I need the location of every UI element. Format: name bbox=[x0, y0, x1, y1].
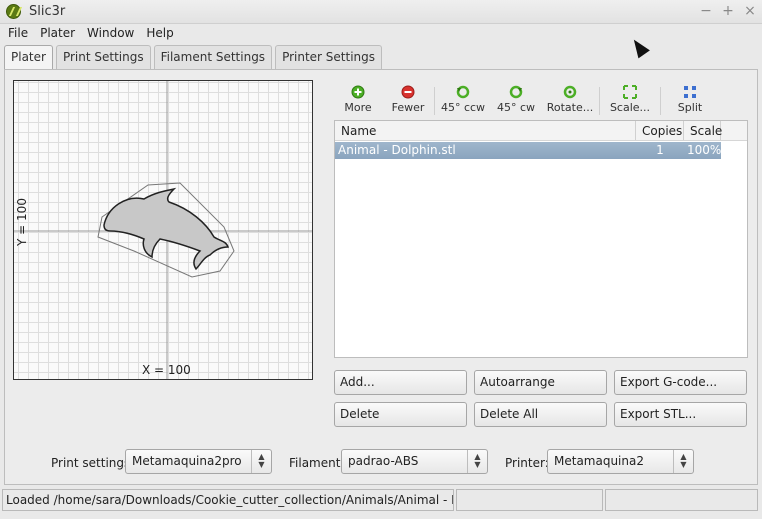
rotate-ccw-icon bbox=[456, 85, 470, 99]
scale-icon bbox=[623, 85, 637, 99]
object-name: Animal - Dolphin.stl bbox=[338, 143, 456, 157]
print-settings-value: Metamaquina2pro bbox=[132, 454, 242, 468]
object-toolbar: More Fewer 45° ccw 45° cw Rotate... Scal… bbox=[334, 81, 748, 117]
slic3r-logo-icon bbox=[6, 4, 21, 19]
plate-drawing bbox=[14, 81, 312, 379]
rotate-ccw-button[interactable]: 45° ccw bbox=[435, 81, 491, 117]
scale-button[interactable]: Scale... bbox=[600, 81, 660, 117]
status-bar: Loaded /home/sara/Downloads/Cookie_cutte… bbox=[0, 489, 762, 514]
rotate-ccw-label: 45° ccw bbox=[440, 101, 486, 114]
preset-selectors: Print settings: Metamaquina2pro ▲ ▼ Filam… bbox=[0, 449, 762, 475]
tab-plater[interactable]: Plater bbox=[4, 45, 53, 70]
filament-select[interactable]: padrao-ABS ▲ ▼ bbox=[341, 449, 488, 474]
delete-all-button[interactable]: Delete All bbox=[474, 402, 607, 427]
split-button[interactable]: Split bbox=[661, 81, 719, 117]
object-copies: 1 bbox=[656, 143, 664, 157]
more-button[interactable]: More bbox=[334, 81, 382, 117]
print-settings-label: Print settings: bbox=[51, 456, 135, 470]
tab-bar: Plater Print Settings Filament Settings … bbox=[4, 45, 383, 70]
menu-bar: File Plater Window Help bbox=[0, 24, 762, 44]
close-icon[interactable]: × bbox=[744, 3, 756, 19]
window-title: Slic3r bbox=[29, 4, 66, 19]
spin-arrows-icon: ▲ ▼ bbox=[467, 450, 487, 473]
maximize-icon[interactable]: + bbox=[722, 3, 734, 19]
printer-value: Metamaquina2 bbox=[554, 454, 644, 468]
minimize-icon[interactable]: − bbox=[700, 3, 712, 19]
minus-icon bbox=[401, 85, 415, 99]
rotate-cw-label: 45° cw bbox=[496, 101, 536, 114]
split-label: Split bbox=[677, 101, 703, 114]
export-stl-button[interactable]: Export STL... bbox=[614, 402, 747, 427]
printer-select[interactable]: Metamaquina2 ▲ ▼ bbox=[547, 449, 694, 474]
x-axis-label: X = 100 bbox=[142, 363, 191, 377]
object-list[interactable]: Name Copies Scale Animal - Dolphin.stl 1… bbox=[334, 120, 748, 358]
tab-printer-settings[interactable]: Printer Settings bbox=[275, 45, 383, 69]
object-list-header: Name Copies Scale bbox=[335, 121, 747, 141]
plate-canvas[interactable]: X = 100 Y = 100 bbox=[13, 80, 313, 380]
menu-file[interactable]: File bbox=[2, 24, 34, 44]
add-button[interactable]: Add... bbox=[334, 370, 467, 395]
menu-window[interactable]: Window bbox=[81, 24, 140, 44]
object-scale: 100% bbox=[687, 143, 722, 157]
spin-arrows-icon: ▲ ▼ bbox=[251, 450, 271, 473]
rotate-cw-button[interactable]: 45° cw bbox=[491, 81, 541, 117]
fewer-button[interactable]: Fewer bbox=[382, 81, 434, 117]
dolphin-object bbox=[103, 187, 230, 271]
rotate-button[interactable]: Rotate... bbox=[541, 81, 599, 117]
column-scale[interactable]: Scale bbox=[684, 121, 722, 140]
scale-label: Scale... bbox=[609, 101, 651, 114]
column-name[interactable]: Name bbox=[335, 121, 636, 140]
status-cell-2 bbox=[456, 489, 603, 511]
spin-arrows-icon: ▲ ▼ bbox=[673, 450, 693, 473]
object-row[interactable]: Animal - Dolphin.stl 1 100% bbox=[335, 142, 721, 159]
export-gcode-button[interactable]: Export G-code... bbox=[614, 370, 747, 395]
status-message: Loaded /home/sara/Downloads/Cookie_cutte… bbox=[2, 489, 454, 511]
fewer-label: Fewer bbox=[391, 101, 425, 114]
window-controls: − + × bbox=[700, 3, 756, 19]
status-cell-3 bbox=[605, 489, 758, 511]
split-icon bbox=[684, 86, 696, 98]
column-copies[interactable]: Copies bbox=[636, 121, 684, 140]
menu-help[interactable]: Help bbox=[140, 24, 179, 44]
filament-value: padrao-ABS bbox=[348, 454, 419, 468]
delete-button[interactable]: Delete bbox=[334, 402, 467, 427]
filament-label: Filament: bbox=[289, 456, 345, 470]
tab-print-settings[interactable]: Print Settings bbox=[55, 45, 151, 69]
tab-filament-settings[interactable]: Filament Settings bbox=[153, 45, 273, 69]
print-settings-select[interactable]: Metamaquina2pro ▲ ▼ bbox=[125, 449, 272, 474]
rotate-label: Rotate... bbox=[546, 101, 594, 114]
plus-icon bbox=[351, 85, 365, 99]
menu-plater[interactable]: Plater bbox=[34, 24, 81, 44]
y-axis-label: Y = 100 bbox=[14, 198, 29, 246]
rotate-cw-icon bbox=[509, 85, 523, 99]
rotate-icon bbox=[563, 85, 577, 99]
more-label: More bbox=[344, 101, 372, 114]
title-bar: Slic3r − + × bbox=[0, 0, 762, 24]
autoarrange-button[interactable]: Autoarrange bbox=[474, 370, 607, 395]
printer-label: Printer: bbox=[505, 456, 549, 470]
